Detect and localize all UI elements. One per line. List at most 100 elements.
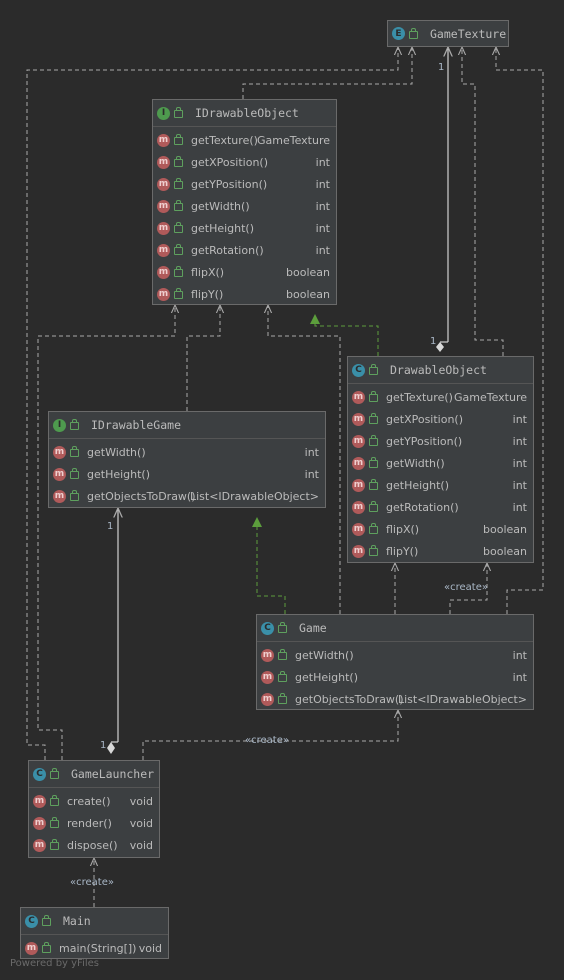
return-type: int <box>315 199 330 213</box>
return-type: int <box>512 456 527 470</box>
return-type: GameTexture <box>453 390 527 404</box>
return-type: int <box>512 412 527 426</box>
return-type: int <box>304 445 319 459</box>
method-icon: m <box>352 500 365 514</box>
interface-icon: I <box>53 418 66 432</box>
node-game-launcher-header: C GameLauncher <box>29 761 159 788</box>
node-idrawable-object-header: I IDrawableObject <box>153 100 336 127</box>
lock-icon <box>50 839 59 850</box>
member-row[interactable]: m getHeight() int <box>49 463 325 485</box>
node-title: GameTexture <box>430 26 507 41</box>
enum-icon: E <box>392 27 405 40</box>
member-row[interactable]: m getRotation() int <box>153 239 336 261</box>
method-name: getTexture() <box>191 133 258 147</box>
diamond-launcher <box>107 742 115 754</box>
member-row[interactable]: m getWidth() int <box>348 452 533 474</box>
return-type: int <box>512 648 527 662</box>
node-idrawable-object[interactable]: I IDrawableObject m getTexture() GameTextu… <box>152 99 337 305</box>
member-row[interactable]: m getHeight() int <box>257 666 533 688</box>
edge-drawable-texture <box>462 47 504 356</box>
method-icon: m <box>157 177 170 191</box>
member-row[interactable]: m flipY() boolean <box>348 540 533 562</box>
method-name: getObjectsToDraw() <box>295 692 404 706</box>
member-row[interactable]: m main(String[]) void <box>21 937 168 959</box>
member-row[interactable]: m render() void <box>29 812 159 834</box>
member-row[interactable]: m flipX() boolean <box>153 261 336 283</box>
lock-icon <box>174 134 183 145</box>
node-idrawable-game[interactable]: I IDrawableGame m getWidth() int m getHeigh… <box>48 411 326 508</box>
return-type: boolean <box>286 287 330 301</box>
edge-launcher-idrawable <box>37 305 175 760</box>
member-row[interactable]: m getWidth() int <box>153 195 336 217</box>
method-name: getRotation() <box>191 243 264 257</box>
method-icon: m <box>33 816 46 830</box>
member-row[interactable]: m getRotation() int <box>348 496 533 518</box>
member-row[interactable]: m getObjectsToDraw() List<IDrawableObject> <box>257 688 533 710</box>
method-name: flipX() <box>191 265 225 279</box>
method-icon: m <box>53 467 66 481</box>
edge-label-create: «create» <box>70 877 114 888</box>
node-main-header: C Main <box>21 908 168 935</box>
edge-label-multiplicity: 1 <box>107 521 114 532</box>
node-game[interactable]: C Game m getWidth() int m getHeight() int m g… <box>256 614 534 710</box>
edge-label-multiplicity: 1 <box>430 336 437 347</box>
method-icon: m <box>157 287 170 301</box>
method-name: getHeight() <box>87 467 151 481</box>
method-icon: m <box>33 838 46 852</box>
method-icon: m <box>157 155 170 169</box>
lock-icon <box>174 244 183 255</box>
return-type: int <box>315 155 330 169</box>
lock-icon <box>174 288 183 299</box>
member-row[interactable]: m getXPosition() int <box>153 151 336 173</box>
lock-icon <box>174 200 183 211</box>
method-name: getHeight() <box>191 221 255 235</box>
diamond-drawable <box>436 342 444 352</box>
member-row[interactable]: m getTexture() GameTexture <box>153 129 336 151</box>
method-name: getWidth() <box>295 648 354 662</box>
member-row[interactable]: m flipX() boolean <box>348 518 533 540</box>
return-type: void <box>138 941 162 955</box>
method-name: getYPosition() <box>191 177 268 191</box>
lock-icon <box>42 942 51 953</box>
edge-idgame-idrawable <box>186 305 220 411</box>
member-row[interactable]: m getHeight() int <box>153 217 336 239</box>
member-row[interactable]: m getYPosition() int <box>348 430 533 452</box>
node-drawable-object[interactable]: C DrawableObject m getTexture() GameTextur… <box>347 356 534 563</box>
node-game-texture[interactable]: E GameTexture <box>387 20 509 47</box>
member-row[interactable]: m getHeight() int <box>348 474 533 496</box>
edge-game-implements <box>252 517 286 614</box>
return-type: int <box>512 478 527 492</box>
lock-icon <box>369 479 378 490</box>
return-type: boolean <box>483 522 527 536</box>
node-game-launcher[interactable]: C GameLauncher m create() void m render() vo… <box>28 760 160 858</box>
class-icon: C <box>261 621 274 635</box>
node-title: GameLauncher <box>71 767 155 781</box>
member-row[interactable]: m getWidth() int <box>49 441 325 463</box>
lock-icon <box>174 156 183 167</box>
member-list: m getTexture() GameTexture m getXPosition()… <box>348 384 533 562</box>
member-row[interactable]: m getTexture() GameTexture <box>348 386 533 408</box>
node-main[interactable]: C Main m main(String[]) void <box>20 907 169 959</box>
member-row[interactable]: m getXPosition() int <box>348 408 533 430</box>
class-icon: C <box>25 914 38 928</box>
method-name: getHeight() <box>295 670 359 684</box>
node-title: Main <box>63 914 91 928</box>
lock-icon <box>369 501 378 512</box>
method-icon: m <box>261 648 274 662</box>
lock-icon <box>70 446 79 457</box>
member-row[interactable]: m getYPosition() int <box>153 173 336 195</box>
return-type: int <box>304 467 319 481</box>
member-row[interactable]: m dispose() void <box>29 834 159 856</box>
member-row[interactable]: m getWidth() int <box>257 644 533 666</box>
lock-icon <box>70 468 79 479</box>
node-title: IDrawableGame <box>91 418 182 432</box>
node-title: IDrawableObject <box>195 106 299 120</box>
edge-label-multiplicity: 1 <box>100 740 107 751</box>
member-row[interactable]: m getObjectsToDraw() List<IDrawableObject> <box>49 485 325 507</box>
member-row[interactable]: m create() void <box>29 790 159 812</box>
method-name: main(String[]) <box>59 941 137 955</box>
member-row[interactable]: m flipY() boolean <box>153 283 336 305</box>
lock-icon <box>174 266 183 277</box>
edge-label-create: «create» <box>444 582 488 593</box>
return-type: int <box>315 177 330 191</box>
